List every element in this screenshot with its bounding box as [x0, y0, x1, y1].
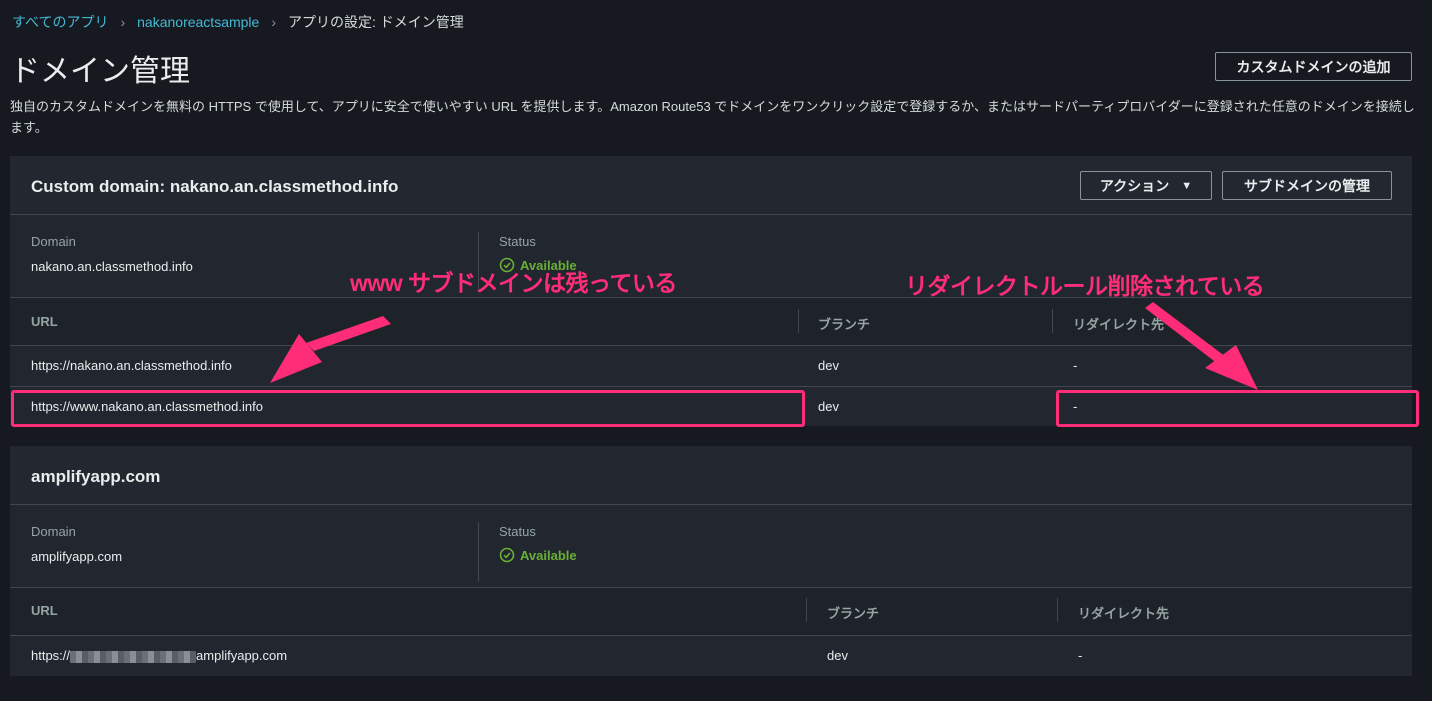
arrow-right [1145, 302, 1258, 390]
arrow-left [270, 316, 391, 383]
annotation-arrows [270, 302, 1258, 390]
